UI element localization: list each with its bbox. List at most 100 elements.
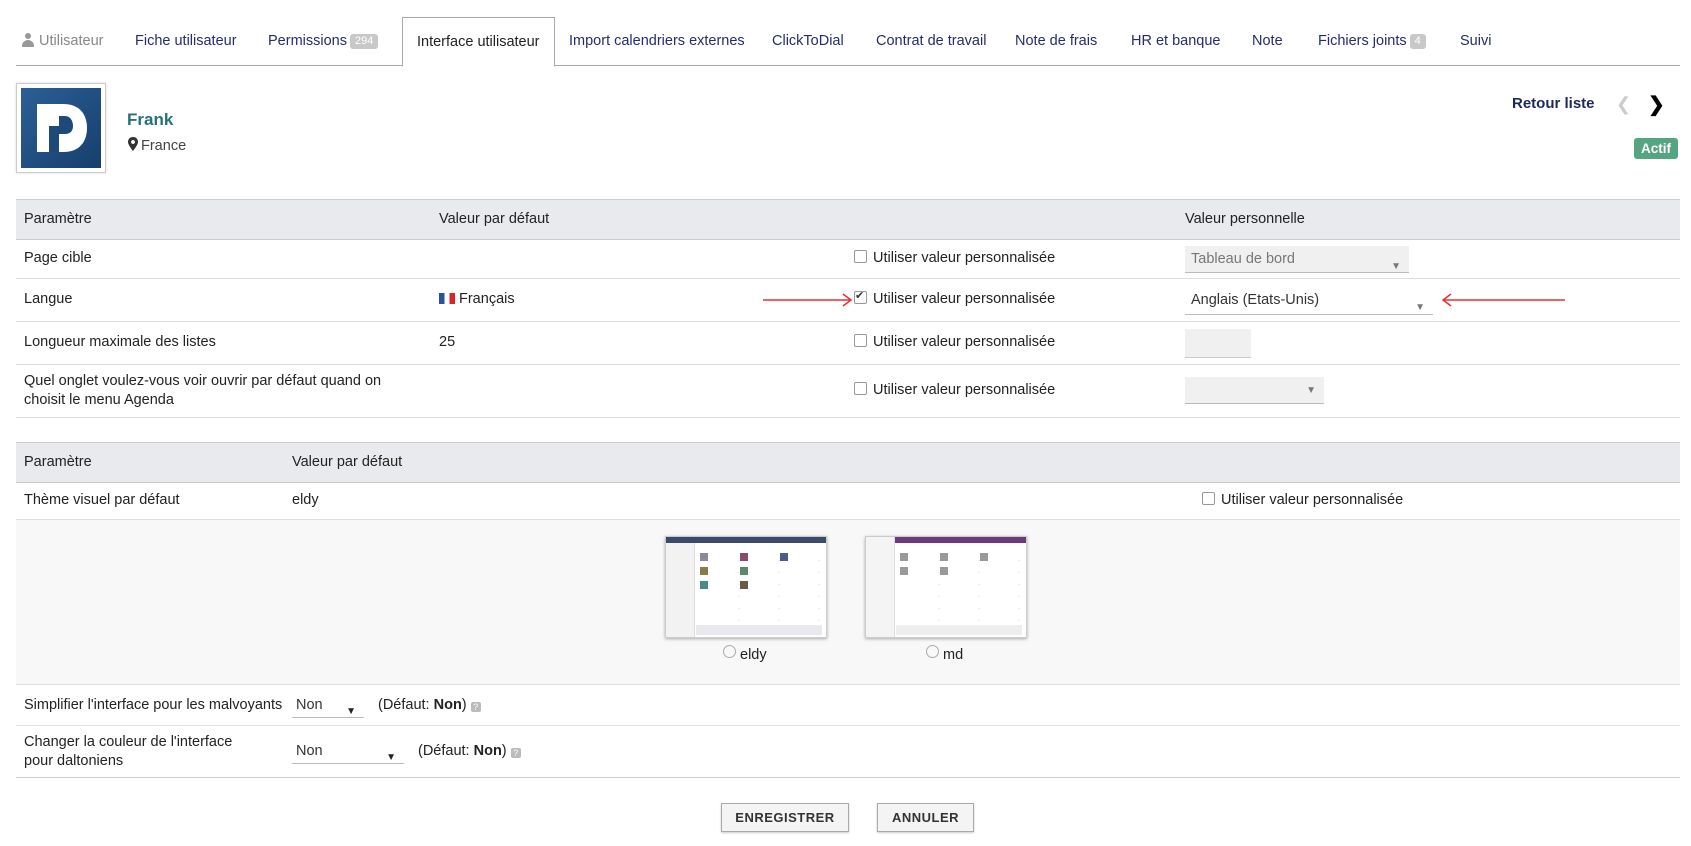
user-name[interactable]: Frank: [127, 110, 173, 130]
tab-clicktodial[interactable]: ClickToDial: [772, 17, 844, 65]
tab-label: Fichiers joints: [1318, 33, 1407, 49]
tab-label: Import calendriers externes: [569, 33, 745, 49]
theme-eldy-preview[interactable]: [665, 536, 827, 638]
theme-label: md: [943, 647, 964, 663]
tab-label: Utilisateur: [39, 33, 104, 49]
help-icon[interactable]: ?: [470, 702, 481, 712]
france-flag-icon: [439, 293, 455, 304]
checkbox[interactable]: [854, 250, 867, 263]
user-logo: [16, 83, 106, 173]
theme-md-radio[interactable]: md: [926, 645, 963, 663]
tab-label: Note de frais: [1015, 33, 1098, 49]
tab-label: Interface utilisateur: [417, 34, 540, 50]
default-value: 25: [439, 334, 456, 350]
language-select[interactable]: Anglais (Etats-Unis) ▼: [1185, 286, 1433, 315]
checkbox[interactable]: [854, 382, 867, 395]
user-location: France: [128, 137, 186, 154]
param-label: Quel onglet voulez-vous voir ouvrir par …: [24, 373, 382, 408]
checkbox-label: Utiliser valeur personnalisée: [873, 334, 1056, 350]
location-text: France: [141, 138, 187, 154]
header-default: Valeur par défaut: [439, 211, 550, 227]
param-label: Simplifier l'interface pour les malvoyan…: [24, 697, 283, 713]
param-label: Longueur maximale des listes: [24, 334, 216, 350]
tab-permissions[interactable]: Permissions 294: [268, 17, 379, 65]
select-value: Anglais (Etats-Unis): [1191, 292, 1320, 308]
table-row: Changer la couleur de l'interface pour d…: [16, 726, 1680, 778]
count-badge: 4: [1409, 33, 1426, 49]
tab-label: Note: [1252, 33, 1283, 49]
radio-button[interactable]: [926, 645, 939, 658]
theme-eldy-radio[interactable]: eldy: [723, 645, 767, 663]
tab-bar: Utilisateur Fiche utilisateur Permission…: [16, 17, 1680, 67]
custom-value-checkbox[interactable]: Utiliser valeur personnalisée: [1202, 492, 1403, 508]
default-value: Non: [433, 697, 462, 713]
checkbox-label: Utiliser valeur personnalisée: [873, 382, 1056, 398]
checkbox[interactable]: [1202, 492, 1215, 505]
param-label: Changer la couleur de l'interface pour d…: [24, 734, 233, 769]
radio-button[interactable]: [723, 645, 736, 658]
param-label: Page cible: [24, 250, 92, 266]
custom-value-checkbox[interactable]: Utiliser valeur personnalisée: [854, 334, 1055, 350]
chevron-down-icon: ▼: [1306, 385, 1316, 396]
checkbox-label: Utiliser valeur personnalisée: [1221, 492, 1404, 508]
count-badge: 294: [349, 33, 379, 49]
red-arrow-right-icon: [763, 293, 853, 307]
tab-note-de-frais[interactable]: Note de frais: [1015, 17, 1097, 65]
table-row: Simplifier l'interface pour les malvoyan…: [16, 685, 1680, 726]
default-prefix: (Défaut:: [418, 743, 474, 759]
agenda-tab-select[interactable]: ▼: [1185, 377, 1324, 404]
chevron-down-icon: ▼: [346, 706, 356, 717]
tab-interface-utilisateur[interactable]: Interface utilisateur: [402, 17, 555, 67]
tab-fichiers-joints[interactable]: Fichiers joints 4: [1318, 17, 1426, 65]
theme-preview-row: eldy md: [16, 520, 1680, 685]
tab-note[interactable]: Note: [1252, 17, 1283, 65]
checkbox-checked[interactable]: [854, 289, 867, 304]
custom-value-checkbox[interactable]: Utiliser valeur personnalisée: [854, 289, 1056, 307]
cancel-button[interactable]: ANNULER: [877, 803, 974, 832]
header-param: Paramètre: [24, 211, 92, 227]
default-note: (Défaut: Non)?: [378, 697, 481, 713]
map-pin-icon: [128, 137, 138, 151]
save-button[interactable]: ENREGISTRER: [721, 803, 849, 832]
chevron-down-icon: ▼: [1415, 302, 1425, 313]
default-note: (Défaut: Non)?: [418, 743, 521, 759]
select-value: Non: [296, 743, 323, 759]
default-suffix: ): [501, 743, 507, 759]
chevron-left-icon[interactable]: ❮: [1616, 94, 1631, 115]
param-label: Langue: [24, 291, 73, 307]
theme-label: eldy: [740, 647, 767, 663]
checkbox-label: Utiliser valeur personnalisée: [873, 291, 1056, 307]
custom-value-checkbox[interactable]: Utiliser valeur personnalisée: [854, 382, 1055, 398]
tab-label: Contrat de travail: [876, 33, 987, 49]
tab-suivi[interactable]: Suivi: [1460, 17, 1491, 65]
header-personal: Valeur personnelle: [1185, 211, 1305, 227]
tab-utilisateur[interactable]: Utilisateur: [22, 17, 103, 65]
low-vision-select[interactable]: Non ▼: [292, 693, 364, 718]
tab-import-calendriers[interactable]: Import calendriers externes: [569, 17, 745, 65]
header-default: Valeur par défaut: [292, 454, 403, 470]
color-blind-select[interactable]: Non ▼: [292, 739, 404, 764]
header-param: Paramètre: [24, 454, 92, 470]
custom-value-checkbox[interactable]: Utiliser valeur personnalisée: [854, 250, 1055, 266]
table-row: Page cible Utiliser valeur personnalisée…: [16, 239, 1680, 279]
table2-header: Paramètre Valeur par défaut: [16, 442, 1680, 483]
page-cible-select[interactable]: Tableau de bord ▼: [1185, 246, 1409, 273]
default-suffix: ): [461, 697, 467, 713]
back-to-list-link[interactable]: Retour liste: [1512, 95, 1595, 112]
user-icon: [22, 33, 34, 47]
table-row: Longueur maximale des listes 25 Utiliser…: [16, 322, 1680, 365]
tab-hr-et-banque[interactable]: HR et banque: [1131, 17, 1220, 65]
tab-label: Suivi: [1460, 33, 1492, 49]
checkbox-label: Utiliser valeur personnalisée: [873, 250, 1056, 266]
tab-fiche-utilisateur[interactable]: Fiche utilisateur: [135, 17, 237, 65]
table-row: Thème visuel par défaut eldy Utiliser va…: [16, 482, 1680, 520]
chevron-right-icon[interactable]: ❯: [1648, 92, 1665, 117]
default-language: Français: [459, 291, 515, 307]
tab-label: Permissions: [268, 33, 347, 49]
select-value: Tableau de bord: [1191, 251, 1295, 267]
checkbox[interactable]: [854, 334, 867, 347]
tab-contrat-de-travail[interactable]: Contrat de travail: [876, 17, 986, 65]
help-icon[interactable]: ?: [510, 748, 521, 758]
list-length-input[interactable]: [1185, 329, 1251, 358]
theme-md-preview[interactable]: [865, 536, 1027, 638]
